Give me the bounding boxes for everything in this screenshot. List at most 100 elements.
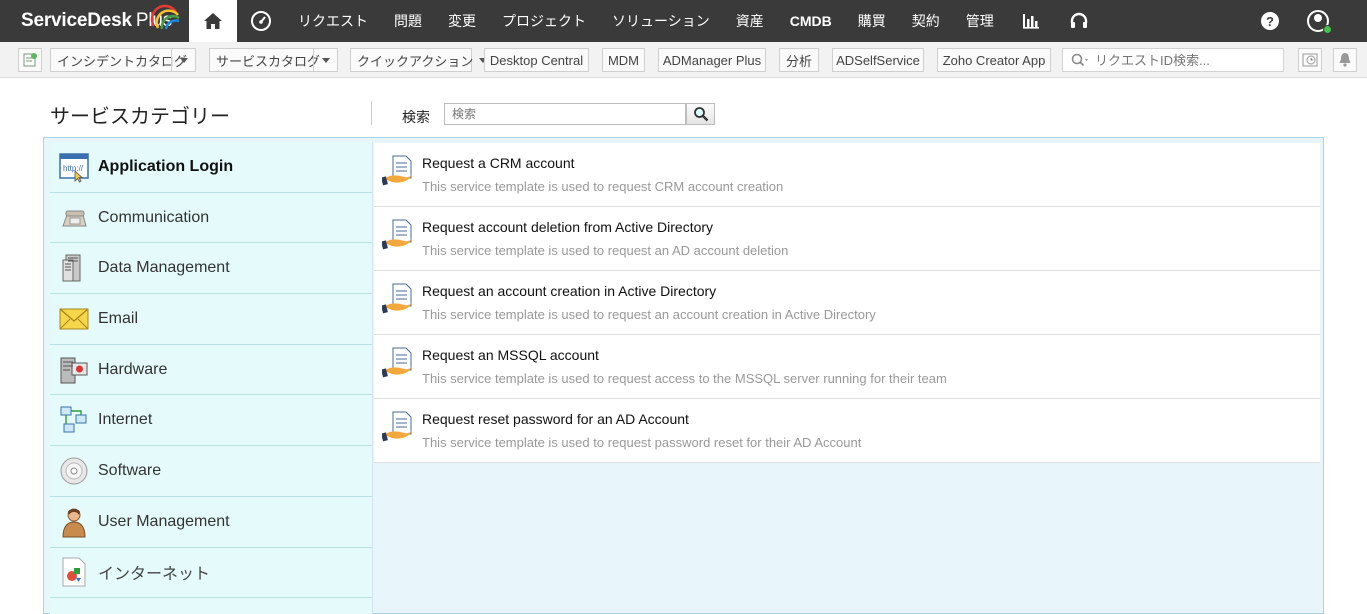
nav-requests[interactable]: リクエスト [285, 0, 381, 42]
logo-text: ServiceDesk [21, 10, 132, 31]
server-icon [58, 252, 90, 284]
speedometer-icon [251, 11, 271, 31]
category-search-button[interactable] [686, 103, 715, 125]
category-sidebar: http:// Application Login Communication [50, 142, 373, 614]
request-id-search-input[interactable] [1095, 52, 1275, 68]
template-item[interactable]: Request an MSSQL account This service te… [374, 335, 1320, 399]
desktop-central-button[interactable]: Desktop Central [484, 48, 589, 72]
browser-icon: http:// [58, 151, 90, 183]
cd-icon [58, 455, 90, 487]
bell-icon [1339, 53, 1351, 67]
divider [371, 101, 372, 125]
nav-solutions[interactable]: ソリューション [599, 0, 723, 42]
template-description: This service template is used to request… [422, 371, 947, 386]
nav-problems[interactable]: 問題 [381, 0, 435, 42]
chevron-down-icon[interactable] [313, 49, 337, 71]
admanager-plus-button[interactable]: ADManager Plus [658, 48, 766, 72]
analytics-button[interactable]: 分析 [779, 48, 819, 72]
template-title[interactable]: Request an account creation in Active Di… [422, 283, 716, 299]
template-item[interactable]: Request an account creation in Active Di… [374, 271, 1320, 335]
dashboard-button[interactable] [237, 0, 285, 42]
envelope-icon [58, 303, 90, 335]
user-head-shape [1314, 14, 1322, 22]
clock-icon [1302, 53, 1318, 67]
document-shapes-icon [58, 556, 90, 588]
template-item[interactable]: Request a CRM account This service templ… [374, 143, 1320, 207]
headset-icon [1070, 12, 1087, 28]
notifications-button[interactable] [1333, 48, 1357, 72]
service-catalog-label: サービスカタログ [216, 53, 321, 69]
request-document-icon [382, 283, 412, 314]
nav-assets[interactable]: 資産 [723, 0, 777, 42]
category-label: Application Login [98, 157, 234, 175]
incident-catalog-label: インシデントカタログ [57, 53, 188, 69]
service-catalog-dropdown[interactable]: サービスカタログ [209, 48, 338, 72]
category-label: インターネット [98, 566, 211, 584]
quick-actions-dropdown[interactable]: クイックアクション [350, 48, 488, 72]
adselfservice-button[interactable]: ADSelfService [832, 48, 924, 72]
logo-swoosh-icon [150, 4, 180, 30]
new-request-button[interactable] [18, 48, 42, 72]
template-item[interactable]: Request account deletion from Active Dir… [374, 207, 1320, 271]
template-title[interactable]: Request an MSSQL account [422, 347, 599, 363]
category-item-user-management[interactable]: User Management [50, 497, 372, 548]
nav-contracts[interactable]: 契約 [899, 0, 953, 42]
nav-admin[interactable]: 管理 [953, 0, 1007, 42]
reports-button[interactable] [1007, 0, 1055, 42]
user-icon [58, 506, 90, 538]
nav-projects[interactable]: プロジェクト [489, 0, 599, 42]
category-item-software[interactable]: Software [50, 446, 372, 497]
network-icon [58, 404, 90, 436]
user-profile-icon[interactable] [1307, 10, 1332, 34]
category-item-internet[interactable]: Internet [50, 395, 372, 447]
page-title: サービスカテゴリー [50, 106, 230, 128]
template-title[interactable]: Request reset password for an AD Account [422, 411, 689, 427]
incident-catalog-dropdown[interactable]: インシデントカタログ [50, 48, 196, 72]
category-item-internet-jp[interactable]: インターネット [50, 548, 372, 599]
quick-actions-label: クイックアクション [357, 53, 474, 69]
new-document-icon [23, 53, 37, 67]
nav-purchase[interactable]: 購買 [845, 0, 899, 42]
template-description: This service template is used to request… [422, 179, 784, 194]
zoho-creator-app-button[interactable]: Zoho Creator App [937, 48, 1051, 72]
template-title[interactable]: Request a CRM account [422, 155, 575, 171]
template-description: This service template is used to request… [422, 435, 862, 450]
category-label: Hardware [98, 360, 168, 378]
template-description: This service template is used to request… [422, 243, 789, 258]
nav-cmdb[interactable]: CMDB [777, 0, 845, 42]
category-item-hardware[interactable]: Hardware [50, 345, 372, 396]
quick-toolbar: インシデントカタログ サービスカタログ クイックアクション Desktop Ce… [0, 42, 1367, 78]
request-id-search[interactable] [1062, 48, 1284, 72]
telephone-icon [58, 202, 90, 234]
search-icon [1071, 53, 1088, 67]
category-item-data-management[interactable]: Data Management [50, 243, 372, 295]
category-label: User Management [98, 512, 230, 530]
category-search-label: 検索 [402, 109, 430, 125]
help-icon[interactable]: ? [1261, 12, 1279, 30]
category-item-communication[interactable]: Communication [50, 193, 372, 244]
chevron-down-icon[interactable] [171, 49, 195, 71]
home-button[interactable] [189, 0, 237, 42]
category-search-field[interactable] [444, 103, 686, 125]
support-button[interactable] [1055, 0, 1103, 42]
category-item-application-login[interactable]: http:// Application Login [50, 142, 372, 193]
nav-changes[interactable]: 変更 [435, 0, 489, 42]
category-label: Data Management [98, 259, 230, 277]
top-navigation-bar: ServiceDesk Plus リクエスト 問題 変更 プロジェクト ソリューシ… [0, 0, 1367, 42]
category-item-email[interactable]: Email [50, 294, 372, 345]
history-button[interactable] [1298, 48, 1322, 72]
magnifier-icon [693, 107, 708, 122]
request-document-icon [382, 411, 412, 442]
request-document-icon [382, 347, 412, 378]
app-logo[interactable]: ServiceDesk Plus [0, 0, 189, 42]
category-search-input[interactable] [445, 104, 685, 124]
template-description: This service template is used to request… [422, 307, 876, 322]
template-title[interactable]: Request account deletion from Active Dir… [422, 219, 713, 235]
category-label: Internet [98, 411, 153, 429]
online-status-icon [1323, 25, 1332, 34]
mdm-button[interactable]: MDM [602, 48, 645, 72]
service-catalog-panel: http:// Application Login Communication [43, 137, 1324, 614]
template-item[interactable]: Request reset password for an AD Account… [374, 399, 1320, 463]
request-document-icon [382, 155, 412, 186]
svg-text:http://: http:// [63, 164, 84, 173]
